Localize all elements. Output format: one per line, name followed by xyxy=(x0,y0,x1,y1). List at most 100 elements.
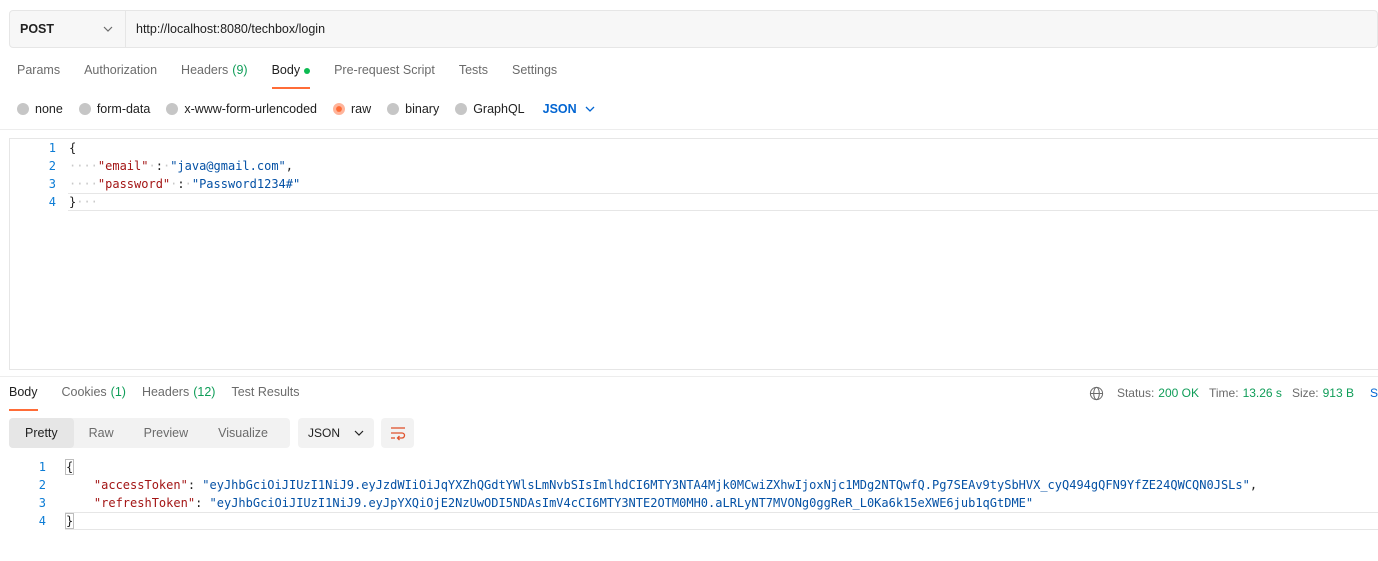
tab-label: Headers xyxy=(141,385,190,399)
url-text: http://localhost:8080/techbox/login xyxy=(136,22,326,36)
json-value: "eyJhbGciOiJIUzI1NiJ9.eyJzdWIiOiJqYXZhQG… xyxy=(202,478,1250,492)
wrap-lines-button[interactable] xyxy=(381,418,414,448)
size-value[interactable]: 913 B xyxy=(1323,386,1354,400)
response-view-tabs: Pretty Raw Preview Visualize xyxy=(9,418,290,448)
line-number: 2 xyxy=(48,159,56,173)
code-line: 3 ····"password"·:·"Password1234#" xyxy=(10,175,1378,193)
code-text: { xyxy=(69,141,76,155)
open-brace: { xyxy=(69,141,77,155)
size-label: Size: xyxy=(1291,386,1319,400)
tab-label: Tests xyxy=(458,63,488,77)
json-key: "email" xyxy=(97,159,149,173)
code-line: 1 { xyxy=(10,139,1378,157)
tab-authorization[interactable]: Authorization xyxy=(84,63,157,89)
tab-body[interactable]: Body xyxy=(271,63,311,89)
view-tab-pretty[interactable]: Pretty xyxy=(9,418,74,448)
radio-raw[interactable]: raw xyxy=(333,102,371,116)
request-tabs: Params Authorization Headers (9) Body Pre… xyxy=(17,63,581,89)
url-input[interactable]: http://localhost:8080/techbox/login xyxy=(126,11,1377,47)
tab-label: Authorization xyxy=(84,63,158,77)
json-key: "refreshToken" xyxy=(93,496,196,510)
view-tab-preview[interactable]: Preview xyxy=(129,418,203,448)
json-key: "accessToken" xyxy=(93,478,188,492)
headers-count: (9) xyxy=(232,63,248,77)
radio-label: none xyxy=(35,102,63,116)
response-tabs: Body Cookies (1) Headers (12) Test Results xyxy=(9,385,324,411)
radio-circle xyxy=(166,103,179,115)
tab-cookies[interactable]: Cookies (1) xyxy=(62,385,126,411)
divider xyxy=(0,376,1378,377)
tab-label: Settings xyxy=(512,63,558,77)
code-text: ····"email"·:·"java@gmail.com", xyxy=(69,159,294,173)
tab-params[interactable]: Params xyxy=(17,63,60,89)
code-line: 4 } xyxy=(0,512,1378,530)
code-text: "accessToken": "eyJhbGciOiJIUzI1NiJ9.eyJ… xyxy=(93,478,1258,492)
tab-test-results[interactable]: Test Results xyxy=(231,385,299,411)
line-number: 4 xyxy=(38,514,46,528)
radio-form-data[interactable]: form-data xyxy=(78,102,150,116)
tab-pre-request-script[interactable]: Pre-request Script xyxy=(334,63,435,89)
view-tab-visualize[interactable]: Visualize xyxy=(203,418,283,448)
request-body-editor[interactable]: 1 { 2 ····"email"·:·"java@gmail.com", 3 … xyxy=(9,138,1378,370)
current-line-highlight xyxy=(65,512,1378,530)
radio-binary[interactable]: binary xyxy=(387,102,439,116)
language-select[interactable]: JSON xyxy=(543,102,595,116)
radio-label: x-www-form-urlencoded xyxy=(184,102,317,116)
time-value[interactable]: 13.26 s xyxy=(1243,386,1282,400)
body-type-selector: none form-data x-www-form-urlencoded raw… xyxy=(17,101,595,117)
json-value: "java@gmail.com" xyxy=(170,159,286,173)
headers-count: (12) xyxy=(193,385,216,399)
language-label: JSON xyxy=(542,102,577,116)
radio-urlencoded[interactable]: x-www-form-urlencoded xyxy=(166,102,317,116)
tab-settings[interactable]: Settings xyxy=(512,63,557,89)
tab-label: Cookies xyxy=(61,385,107,399)
radio-circle xyxy=(455,103,468,115)
method-label: POST xyxy=(20,22,55,36)
code-line: 3 "refreshToken": "eyJhbGciOiJIUzI1NiJ9.… xyxy=(0,494,1378,512)
divider xyxy=(0,129,1378,130)
time-label: Time: xyxy=(1209,386,1239,400)
tab-label: Headers xyxy=(181,63,229,77)
method-select[interactable]: POST xyxy=(10,11,126,47)
json-key: "password" xyxy=(97,177,171,191)
body-modified-dot xyxy=(304,68,311,74)
tab-response-headers[interactable]: Headers (12) xyxy=(142,385,215,411)
wrap-lines-icon xyxy=(390,427,405,441)
radio-circle xyxy=(78,103,91,115)
tab-label: Body xyxy=(271,63,301,77)
response-format-select[interactable]: JSON xyxy=(298,418,374,448)
radio-circle xyxy=(17,103,29,115)
code-text: "refreshToken": "eyJhbGciOiJIUzI1NiJ9.ey… xyxy=(93,496,1034,510)
radio-graphql[interactable]: GraphQL xyxy=(455,102,525,116)
radio-circle xyxy=(333,103,345,115)
code-line: 1 { xyxy=(0,458,1378,476)
globe-icon[interactable] xyxy=(1089,386,1104,401)
cookies-count: (1) xyxy=(110,385,126,399)
tab-response-body[interactable]: Body xyxy=(9,385,38,411)
code-text: ····"password"·:·"Password1234#" xyxy=(69,177,301,191)
view-tab-raw[interactable]: Raw xyxy=(74,418,129,448)
json-value: "eyJhbGciOiJIUzI1NiJ9.eyJpYXQiOjE2NzUwOD… xyxy=(209,496,1034,510)
response-body-viewer[interactable]: 1 { 2 "accessToken": "eyJhbGciOiJIUzI1Ni… xyxy=(0,458,1378,538)
json-value: "Password1234#" xyxy=(191,177,301,191)
tab-label: Params xyxy=(17,63,61,77)
tab-label: Body xyxy=(9,385,38,399)
code-text: { xyxy=(65,459,75,475)
open-brace: { xyxy=(66,460,74,474)
save-response-button[interactable]: S xyxy=(1370,386,1378,400)
tab-headers[interactable]: Headers (9) xyxy=(181,63,248,89)
line-number: 2 xyxy=(38,478,46,492)
status-value[interactable]: 200 OK xyxy=(1158,386,1199,400)
response-meta: Status: 200 OK Time: 13.26 s Size: 913 B… xyxy=(1089,385,1378,401)
radio-label: binary xyxy=(405,102,440,116)
line-number: 1 xyxy=(38,460,46,474)
url-bar: POST http://localhost:8080/techbox/login xyxy=(9,10,1378,48)
line-number: 3 xyxy=(48,177,56,191)
radio-label: raw xyxy=(351,102,372,116)
radio-label: GraphQL xyxy=(473,102,525,116)
code-line: 4 }··· xyxy=(10,193,1378,211)
tab-tests[interactable]: Tests xyxy=(459,63,488,89)
tab-label: Test Results xyxy=(231,385,300,399)
line-number: 1 xyxy=(48,141,56,155)
radio-none[interactable]: none xyxy=(17,102,63,116)
